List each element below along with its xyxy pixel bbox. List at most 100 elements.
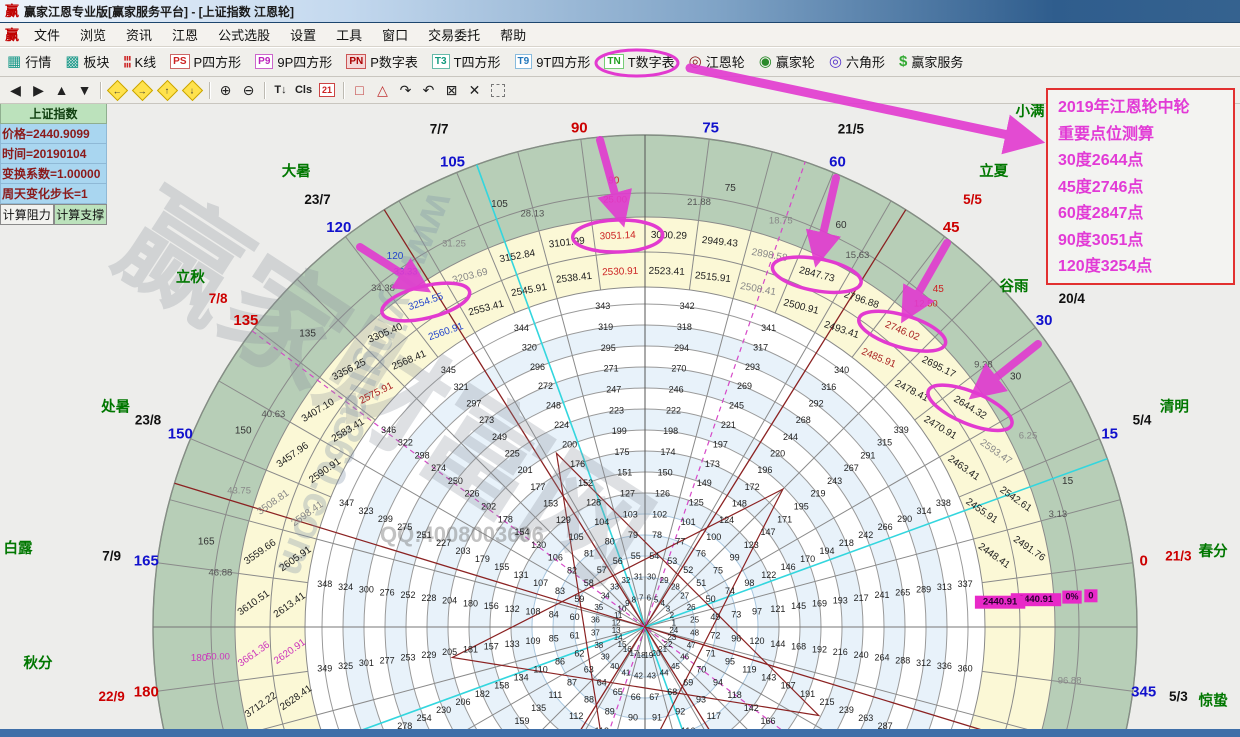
menu-item-2[interactable]: 资讯 [116, 23, 162, 46]
cls-button[interactable]: Cls [292, 84, 315, 96]
info-row-0: 价格=2440.9099 [0, 124, 107, 144]
menu-item-6[interactable]: 工具 [326, 23, 372, 46]
calendar-button[interactable]: 21 [319, 83, 335, 97]
9p-square-button-label: 9P四方形 [277, 52, 332, 71]
svg-text:5/4: 5/4 [1133, 413, 1152, 428]
quotes-button[interactable]: ▦行情 [0, 52, 58, 71]
menu-item-3[interactable]: 江恩 [162, 23, 208, 46]
svg-text:318: 318 [677, 322, 692, 332]
axis-scale-button[interactable]: T↓ [269, 84, 292, 96]
svg-text:5: 5 [654, 595, 659, 604]
svg-text:55: 55 [631, 551, 641, 561]
svg-text:3051.14: 3051.14 [599, 230, 636, 242]
svg-text:168: 168 [791, 642, 806, 652]
svg-text:299: 299 [378, 514, 393, 524]
shift-right-button[interactable]: → [132, 79, 153, 100]
svg-text:270: 270 [671, 364, 686, 374]
calc-support-button[interactable]: 计算支撑 [54, 204, 108, 225]
svg-text:0%: 0% [1065, 591, 1078, 601]
svg-text:103: 103 [623, 509, 638, 519]
svg-text:297: 297 [466, 398, 481, 408]
svg-text:244: 244 [783, 432, 798, 442]
svg-text:58: 58 [584, 578, 594, 588]
svg-text:99: 99 [730, 553, 740, 563]
svg-text:274: 274 [431, 463, 446, 473]
page-prev-button[interactable]: ◀ [4, 82, 27, 99]
svg-text:343: 343 [595, 301, 610, 311]
up-triangle-button[interactable]: ▲ [50, 82, 73, 98]
svg-text:21/3: 21/3 [1165, 548, 1192, 563]
svg-text:谷雨: 谷雨 [1000, 278, 1029, 295]
rotate-ccw-button[interactable]: ↶ [417, 82, 440, 99]
menu-item-8[interactable]: 交易委托 [418, 23, 490, 46]
svg-text:60: 60 [829, 153, 846, 170]
menu-item-5[interactable]: 设置 [280, 23, 326, 46]
svg-text:230: 230 [436, 705, 451, 715]
menu-item-4[interactable]: 公式选股 [208, 23, 280, 46]
zoom-in-button[interactable]: ⊕ [214, 82, 237, 99]
hexagon-button[interactable]: ◎六角形 [822, 52, 892, 71]
svg-text:5/5: 5/5 [963, 192, 982, 207]
svg-text:120: 120 [326, 219, 351, 236]
info-row-3: 周天变化步长=1 [0, 184, 107, 204]
svg-text:245: 245 [729, 401, 744, 411]
winner-wheel-button[interactable]: ◉赢家轮 [752, 52, 822, 71]
9p-square-button[interactable]: P99P四方形 [248, 52, 339, 71]
menu-item-9[interactable]: 帮助 [490, 23, 536, 46]
rotate-cw-button[interactable]: ↷ [394, 82, 417, 99]
t-square-button-label: T四方形 [454, 52, 501, 71]
svg-text:175: 175 [614, 447, 629, 457]
rect-tool-button[interactable]: □ [348, 82, 371, 98]
shift-down-button[interactable]: ↓ [182, 79, 203, 100]
shift-left-button[interactable]: ← [107, 79, 128, 100]
svg-text:243: 243 [827, 476, 842, 486]
annotation-line-2: 30度2644点 [1058, 148, 1227, 175]
svg-text:69: 69 [683, 678, 693, 688]
menu-item-1[interactable]: 浏览 [70, 23, 116, 46]
page-next-button[interactable]: ▶ [27, 82, 50, 99]
select-region-button[interactable] [491, 84, 505, 97]
calc-resistance-button[interactable]: 计算阻力 [0, 204, 54, 225]
down-triangle-button[interactable]: ▼ [73, 82, 96, 98]
sectors-button-label: 板块 [83, 52, 109, 71]
svg-text:46: 46 [680, 653, 689, 662]
shift-up-button[interactable]: ↑ [157, 79, 178, 100]
sectors-button[interactable]: ▩板块 [58, 52, 116, 71]
svg-text:立夏: 立夏 [979, 162, 1008, 180]
info-row-1: 时间=20190104 [0, 144, 107, 164]
9t-square-button[interactable]: T99T四方形 [508, 52, 598, 71]
zoom-out-button[interactable]: ⊖ [237, 82, 260, 99]
svg-text:201: 201 [518, 465, 533, 475]
svg-text:45: 45 [933, 284, 945, 295]
menu-item-0[interactable]: 文件 [24, 23, 70, 46]
cross-tool-button[interactable]: ✕ [463, 82, 486, 99]
svg-text:20/4: 20/4 [1059, 291, 1086, 306]
t-table-button[interactable]: TNT数字表 [597, 52, 681, 71]
winner-service-button[interactable]: $赢家服务 [892, 52, 970, 71]
t-square-button[interactable]: T3T四方形 [425, 52, 508, 71]
svg-text:194: 194 [819, 546, 834, 556]
kline-button[interactable]: ¦¦¦K线 [116, 52, 163, 71]
p-table-button-label: P数字表 [370, 52, 418, 71]
svg-text:处暑: 处暑 [100, 398, 130, 416]
svg-text:345: 345 [1131, 684, 1156, 701]
svg-text:312: 312 [916, 658, 931, 668]
svg-text:324: 324 [338, 582, 353, 592]
svg-text:298: 298 [415, 450, 430, 460]
svg-text:22/9: 22/9 [98, 689, 124, 704]
toolbar-separator [209, 82, 210, 99]
svg-text:101: 101 [681, 517, 696, 527]
box-x-tool-button[interactable]: ⊠ [440, 82, 463, 99]
svg-text:206: 206 [455, 697, 470, 707]
svg-text:295: 295 [601, 343, 616, 353]
menu-item-7[interactable]: 窗口 [372, 23, 418, 46]
svg-text:227: 227 [436, 538, 451, 548]
svg-text:92: 92 [675, 706, 685, 716]
svg-text:96: 96 [731, 633, 741, 643]
gann-wheel-button[interactable]: ◎江恩轮 [682, 52, 752, 71]
app-logo-icon: 赢 [0, 25, 24, 45]
p-square-button[interactable]: PSP四方形 [163, 52, 248, 71]
p-table-button[interactable]: PNP数字表 [339, 52, 425, 71]
triangle-tool-button[interactable]: △ [371, 82, 394, 99]
svg-text:3: 3 [666, 604, 671, 613]
